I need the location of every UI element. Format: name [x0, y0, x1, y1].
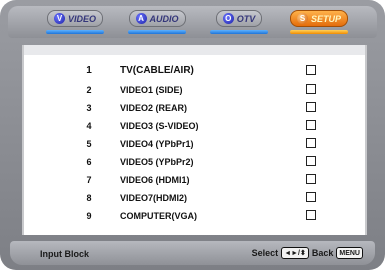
- item-number: 1: [86, 65, 92, 76]
- tab-setup-pill: S SETUP: [290, 10, 349, 27]
- tab-tv-pill: O OTV: [215, 10, 263, 27]
- item-number: 9: [86, 211, 92, 221]
- tab-audio-pill: A AUDIO: [128, 10, 186, 27]
- tab-setup-underline: [290, 30, 348, 34]
- block-checkbox[interactable]: [306, 174, 316, 184]
- block-checkbox[interactable]: [306, 84, 316, 94]
- tab-video-pill: V VIDEO: [46, 10, 103, 27]
- item-label: VIDEO2 (REAR): [120, 103, 188, 113]
- list-item-video4[interactable]: 5 VIDEO4 (YPbPr1): [24, 136, 365, 154]
- list-item-video5[interactable]: 6 VIDEO5 (YPbPr2): [24, 154, 365, 172]
- block-checkbox[interactable]: [306, 192, 316, 202]
- list-item-video7[interactable]: 8 VIDEO7(HDMI2): [24, 190, 365, 208]
- tab-setup-label: SETUP: [311, 13, 342, 24]
- tab-video[interactable]: V VIDEO: [46, 10, 104, 36]
- block-checkbox[interactable]: [306, 156, 316, 166]
- item-number: 6: [86, 157, 92, 167]
- tab-tv-underline: [210, 30, 268, 34]
- item-label: VIDEO7(HDMI2): [120, 193, 188, 203]
- select-label: Select: [251, 248, 279, 258]
- tab-audio-underline: [128, 30, 186, 34]
- item-number: 4: [86, 121, 92, 131]
- block-checkbox[interactable]: [306, 138, 316, 148]
- tab-video-underline: [46, 30, 104, 34]
- menu-key-icon: MENU: [336, 247, 363, 259]
- arrow-keys-icon: ◄►/⬍: [281, 247, 309, 259]
- item-label: VIDEO6 (HDMI1): [120, 175, 190, 185]
- tv-icon: O: [222, 13, 234, 24]
- list-item-video1[interactable]: 2 VIDEO1 (SIDE): [24, 82, 365, 100]
- input-block-panel: 1 TV(CABLE/AIR) 2 VIDEO1 (SIDE) 3 VIDEO2…: [22, 45, 367, 235]
- item-number: 2: [86, 85, 92, 95]
- item-label: VIDEO1 (SIDE): [120, 85, 183, 95]
- item-label: TV(CABLE/AIR): [120, 65, 194, 76]
- item-number: 3: [86, 103, 92, 113]
- video-icon: V: [53, 13, 65, 24]
- tab-video-label: VIDEO: [67, 13, 96, 24]
- tab-tv-label: OTV: [236, 13, 256, 24]
- item-number: 5: [86, 139, 92, 149]
- list-item-tv[interactable]: 1 TV(CABLE/AIR): [24, 63, 365, 81]
- tab-bar: V VIDEO A AUDIO O OTV S SETUP: [8, 6, 377, 38]
- back-label: Back: [311, 248, 334, 258]
- tab-audio-label: AUDIO: [149, 13, 179, 24]
- item-label: VIDEO4 (YPbPr1): [120, 139, 194, 149]
- block-checkbox[interactable]: [306, 102, 316, 112]
- block-checkbox[interactable]: [306, 65, 316, 75]
- menu-title: Input Block: [40, 249, 89, 259]
- list-item-computer[interactable]: 9 COMPUTER(VGA): [24, 208, 365, 226]
- block-checkbox[interactable]: [306, 120, 316, 130]
- item-label: VIDEO3 (S-VIDEO): [120, 121, 199, 131]
- list-item-video3[interactable]: 4 VIDEO3 (S-VIDEO): [24, 118, 365, 136]
- tab-setup[interactable]: S SETUP: [290, 10, 349, 36]
- tab-tv[interactable]: O OTV: [210, 10, 268, 36]
- setup-icon: S: [297, 13, 308, 24]
- audio-icon: A: [135, 13, 147, 24]
- list-item-video6[interactable]: 7 VIDEO6 (HDMI1): [24, 172, 365, 190]
- item-number: 8: [86, 193, 92, 203]
- item-label: COMPUTER(VGA): [120, 211, 197, 221]
- item-number: 7: [86, 175, 92, 185]
- navigation-hint: Select ◄►/⬍ Back MENU: [252, 247, 363, 259]
- panel-header-strip: [24, 45, 365, 55]
- status-bar: Input Block Select ◄►/⬍ Back MENU: [10, 241, 375, 265]
- block-checkbox[interactable]: [306, 210, 316, 220]
- tab-audio[interactable]: A AUDIO: [128, 10, 186, 36]
- list-item-video2[interactable]: 3 VIDEO2 (REAR): [24, 100, 365, 118]
- item-label: VIDEO5 (YPbPr2): [120, 157, 194, 167]
